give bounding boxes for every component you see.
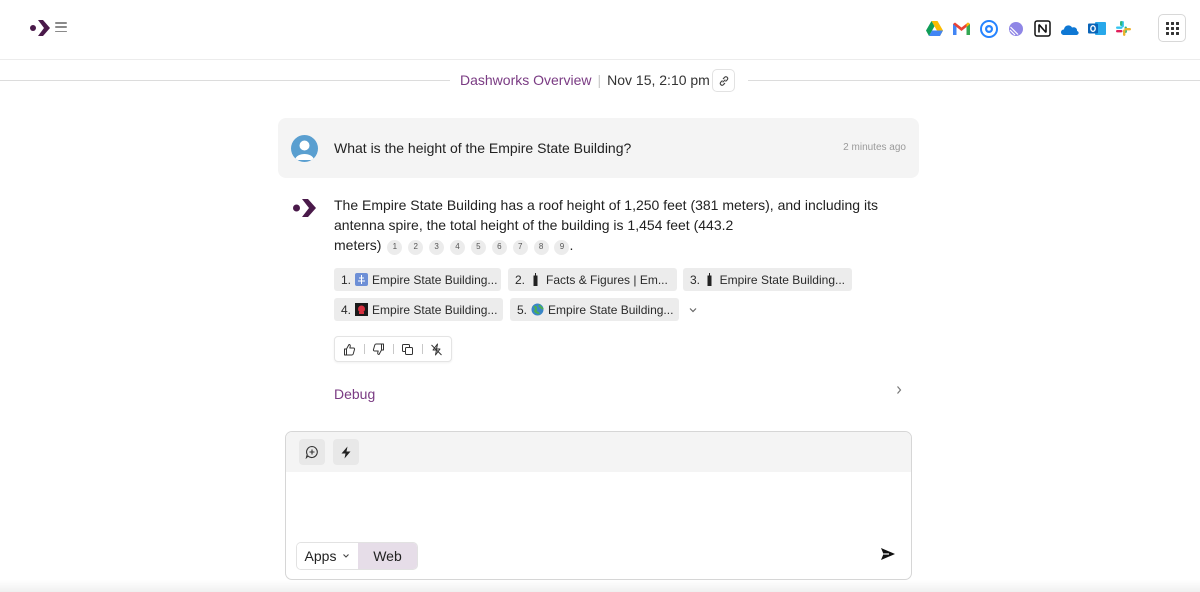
citation-6[interactable]: 6 <box>492 240 507 255</box>
top-divider <box>0 59 1200 60</box>
outlook-icon[interactable] <box>1086 18 1107 39</box>
user-avatar <box>291 135 318 162</box>
top-bar <box>0 0 1200 58</box>
source-chip-2[interactable]: 2. Facts & Figures | Em... <box>508 268 677 291</box>
google-drive-icon[interactable] <box>924 18 945 39</box>
slack-icon[interactable] <box>1113 18 1134 39</box>
chevron-down-icon <box>342 552 350 560</box>
thread-title[interactable]: Dashworks Overview <box>460 72 591 88</box>
chat-plus-icon <box>305 445 319 459</box>
citation-3[interactable]: 3 <box>429 240 444 255</box>
assistant-avatar <box>292 197 317 219</box>
integrations-bar <box>924 18 1134 39</box>
new-chat-button[interactable] <box>299 439 325 465</box>
globe-tile-icon <box>355 273 368 286</box>
send-icon <box>880 547 896 561</box>
bottom-shadow <box>0 580 1200 592</box>
message-input[interactable] <box>298 480 898 536</box>
jira-icon[interactable] <box>978 18 999 39</box>
citation-1[interactable]: 1 <box>387 240 402 255</box>
copy-link-button[interactable] <box>712 69 735 92</box>
composer-toolbar <box>286 432 911 472</box>
notion-icon[interactable] <box>1032 18 1053 39</box>
source-chip-1[interactable]: 1. Empire State Building... <box>334 268 501 291</box>
source-chip-4[interactable]: 4. Empire State Building... <box>334 298 503 321</box>
citation-7[interactable]: 7 <box>513 240 528 255</box>
tower-icon <box>704 273 716 286</box>
citation-5[interactable]: 5 <box>471 240 486 255</box>
message-composer: Apps Web <box>285 431 912 580</box>
answer-actions <box>334 336 452 362</box>
debug-toggle[interactable]: Debug <box>334 386 375 402</box>
chevron-right-icon[interactable] <box>894 384 904 396</box>
scope-apps-dropdown[interactable]: Apps <box>297 543 358 569</box>
onedrive-icon[interactable] <box>1059 18 1080 39</box>
link-icon <box>718 75 730 87</box>
citation-9[interactable]: 9 <box>554 240 569 255</box>
chevron-down-icon[interactable] <box>688 305 698 315</box>
answer-line-2: antenna spire, the total height of the b… <box>334 215 879 235</box>
copy-button[interactable] <box>393 337 422 361</box>
lightning-off-icon <box>430 343 443 356</box>
copy-icon <box>401 343 414 356</box>
tower-icon <box>529 273 542 286</box>
thumbs-up-button[interactable] <box>335 337 364 361</box>
user-question: What is the height of the Empire State B… <box>278 118 919 178</box>
thumbs-up-icon <box>343 343 356 356</box>
scope-web-button[interactable]: Web <box>358 543 417 569</box>
question-text: What is the height of the Empire State B… <box>334 140 631 156</box>
linear-icon[interactable] <box>1005 18 1026 39</box>
red-logo-icon <box>355 303 368 316</box>
thumbs-down-button[interactable] <box>364 337 393 361</box>
source-chip-5[interactable]: 5. Empire State Building... <box>510 298 679 321</box>
menu-icon[interactable] <box>55 21 67 33</box>
thread-divider-left <box>0 80 450 81</box>
thread-date: Nov 15, 2:10 pm <box>607 72 710 88</box>
thumbs-down-icon <box>372 343 385 356</box>
search-scope-toggle: Apps Web <box>296 542 418 570</box>
question-timestamp: 2 minutes ago <box>843 142 906 153</box>
thread-separator: | <box>597 72 601 88</box>
answer-text: The Empire State Building has a roof hei… <box>334 195 879 255</box>
citation-8[interactable]: 8 <box>534 240 549 255</box>
answer-line-3: meters) 1 2 3 4 5 6 7 8 9. <box>334 235 879 255</box>
source-chip-3[interactable]: 3. Empire State Building... <box>683 268 852 291</box>
regenerate-button[interactable] <box>422 337 451 361</box>
citation-4[interactable]: 4 <box>450 240 465 255</box>
globe-icon <box>531 303 544 316</box>
gmail-icon[interactable] <box>951 18 972 39</box>
thread-header: Dashworks Overview | Nov 15, 2:10 pm <box>452 68 718 92</box>
dashworks-logo[interactable] <box>29 18 51 38</box>
app-launcher-button[interactable] <box>1158 14 1186 42</box>
send-button[interactable] <box>878 544 898 564</box>
answer-line-1: The Empire State Building has a roof hei… <box>334 195 879 215</box>
thread-divider-right <box>748 80 1200 81</box>
citation-2[interactable]: 2 <box>408 240 423 255</box>
quick-actions-button[interactable] <box>333 439 359 465</box>
lightning-icon <box>340 446 352 459</box>
